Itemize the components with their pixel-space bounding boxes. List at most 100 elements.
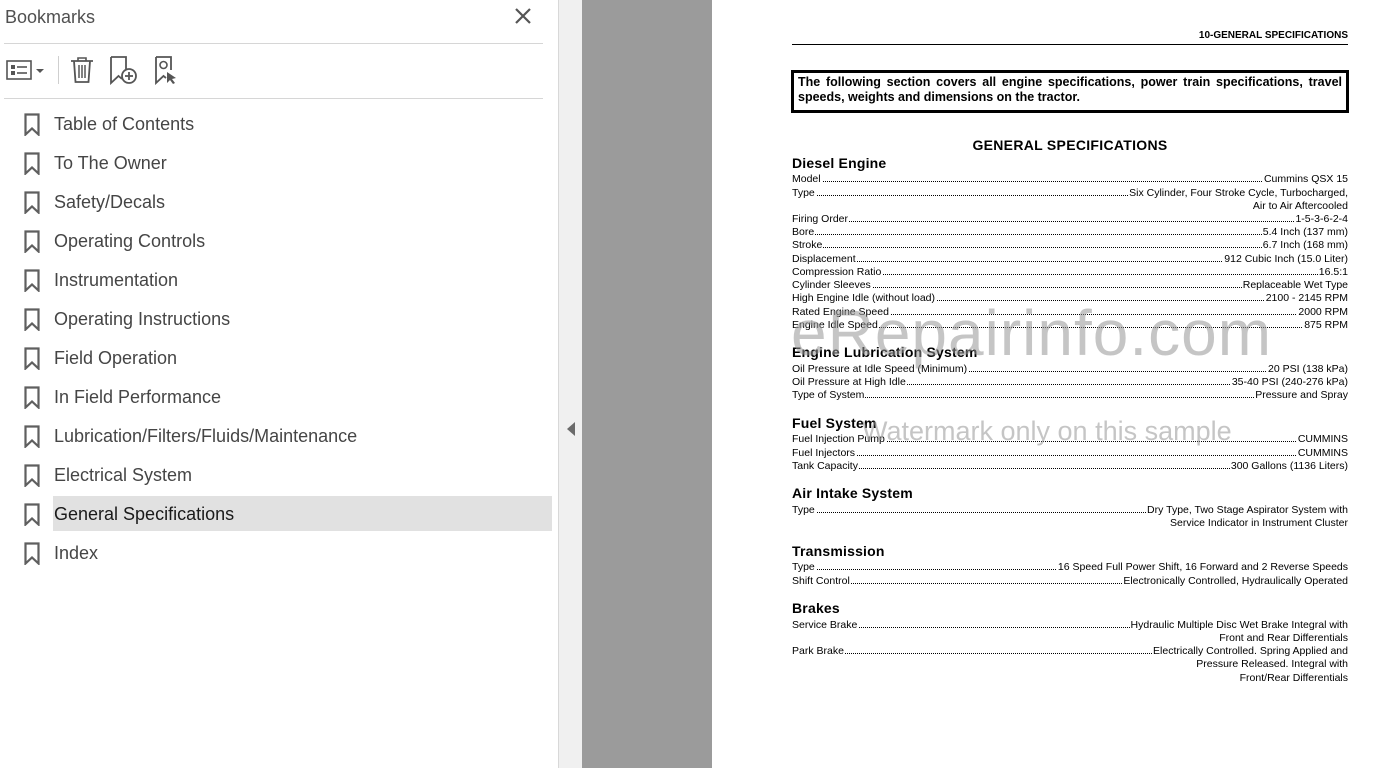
spec-value: 20 PSI (138 kPa) [1267,363,1348,376]
spec-value: Replaceable Wet Type [1241,279,1348,292]
spec-value: 35-40 PSI (240-276 kPa) [1230,376,1348,389]
bookmark-label: Index [54,543,99,563]
bookmark-item[interactable]: General Specifications [18,496,552,531]
panel-title: Bookmarks [5,7,96,27]
bookmark-label: Instrumentation [54,270,179,290]
section-title: Diesel Engine [792,155,887,171]
spec-value: 875 RPM [1303,319,1348,332]
bookmarks-panel: Bookmarks Table of Contents To The Owner… [0,0,559,768]
bookmark-item[interactable]: In Field Performance [18,379,552,414]
close-panel-button[interactable] [512,5,534,27]
spec-label: Type [792,187,816,200]
spec-value-continued: Front and Rear Differentials [1219,632,1348,644]
document-page[interactable]: 10-GENERAL SPECIFICATIONS The following … [712,0,1377,768]
spec-value-continued: Front/Rear Differentials [1239,672,1348,684]
spec-row: Type Six Cylinder, Four Stroke Cycle, Tur… [792,187,1348,200]
spec-row: Bore 5.4 Inch (137 mm) [792,226,1348,239]
spec-row: High Engine Idle (without load) 2100 - 21… [792,292,1348,305]
spec-label: Type of System [792,389,866,402]
bookmark-label: Field Operation [54,348,178,368]
spec-label: Displacement [792,253,857,266]
document-gutter [582,0,712,768]
add-bookmark-icon [110,56,137,85]
spec-label: Shift Control [792,575,851,588]
find-bookmark-icon [155,56,176,85]
spec-value: Dry Type, Two Stage Aspirator System wit… [1146,504,1348,517]
spec-value: Hydraulic Multiple Disc Wet Brake Integr… [1129,619,1348,632]
options-menu-button[interactable] [4,53,48,87]
spec-row: Tank Capacity 300 Gallons (1136 Liters) [792,460,1348,473]
bookmark-item[interactable]: Electrical System [18,457,552,492]
spec-label: Fuel Injection Pump [792,433,886,446]
spec-value-continued: Pressure Released. Integral with [1196,658,1348,670]
bookmark-item[interactable]: Index [18,535,552,570]
collapse-panel-icon[interactable] [567,422,576,436]
spec-value: 1-5-3-6-2-4 [1294,213,1348,226]
bookmark-label: Safety/Decals [54,192,166,212]
bookmark-item[interactable]: Field Operation [18,340,552,375]
spec-value: 6.7 Inch (168 mm) [1261,239,1348,252]
delete-bookmark-button[interactable] [66,53,98,87]
bookmark-item[interactable]: Instrumentation [18,262,552,297]
bookmark-icon [24,425,40,448]
bookmark-icon [24,230,40,253]
spec-row: Shift Control Electronically Controlled, … [792,575,1348,588]
spec-row: Compression Ratio 16.5:1 [792,266,1348,279]
spec-row: Oil Pressure at High Idle 35-40 PSI (240-… [792,376,1348,389]
bookmark-item[interactable]: To The Owner [18,145,552,180]
section-title: Brakes [792,600,840,616]
spec-label: Tank Capacity [792,460,859,473]
page-header: 10-GENERAL SPECIFICATIONS [1198,30,1348,41]
add-bookmark-button[interactable] [106,53,140,87]
spec-label: Park Brake [792,645,845,658]
spec-row: Type 16 Speed Full Power Shift, 16 Forwar… [792,561,1348,574]
bookmark-label: Operating Controls [54,231,206,251]
bookmark-label: Electrical System [54,465,193,485]
bookmark-label: In Field Performance [54,387,222,407]
bookmark-label: To The Owner [54,153,167,173]
spec-label: Type [792,561,816,574]
spec-row: Type of System Pressure and Spray [792,389,1348,402]
spec-value: 2100 - 2145 RPM [1264,292,1348,305]
spec-row: Service Brake Hydraulic Multiple Disc Wet… [792,619,1348,632]
section-title: Air Intake System [792,485,913,501]
panel-splitter[interactable] [559,0,582,768]
spec-row: Type Dry Type, Two Stage Aspirator System… [792,504,1348,517]
spec-value: Six Cylinder, Four Stroke Cycle, Turboch… [1128,187,1348,200]
trash-icon [71,57,93,83]
bookmark-item[interactable]: Operating Instructions [18,301,552,336]
spec-value-continued: Air to Air Aftercooled [1252,200,1348,212]
spec-row: Engine Idle Speed 875 RPM [792,319,1348,332]
section-title: Transmission [792,543,885,559]
spec-value-continued: Service Indicator in Instrument Cluster [1170,517,1348,529]
spec-label: Bore [792,226,816,239]
section-title: Engine Lubrication System [792,344,978,360]
bookmark-item[interactable]: Operating Controls [18,223,552,258]
document-title: GENERAL SPECIFICATIONS [972,137,1168,153]
spec-row: Fuel Injectors CUMMINS [792,447,1348,460]
chevron-down-icon [36,69,44,73]
spec-value: CUMMINS [1296,433,1348,446]
bookmark-item[interactable]: Table of Contents [18,106,552,141]
spec-row: Oil Pressure at Idle Speed (Minimum) 20 P… [792,363,1348,376]
bookmark-icon [24,152,40,175]
spec-row: Cylinder Sleeves Replaceable Wet Type [792,279,1348,292]
bookmark-icon [24,386,40,409]
bookmark-item[interactable]: Lubrication/Filters/Fluids/Maintenance [18,418,552,453]
spec-value: 5.4 Inch (137 mm) [1261,226,1348,239]
spec-row: Stroke 6.7 Inch (168 mm) [792,239,1348,252]
spec-label: Rated Engine Speed [792,306,890,319]
spec-value: Cummins QSX 15 [1262,173,1348,186]
bookmark-item[interactable]: Safety/Decals [18,184,552,219]
list-options-icon [6,60,44,80]
spec-row: Displacement 912 Cubic Inch (15.0 Liter) [792,253,1348,266]
spec-value: 300 Gallons (1136 Liters) [1229,460,1348,473]
bookmark-icon [24,113,40,136]
spec-value: Electrically Controlled. Spring Applied … [1152,645,1348,658]
divider [4,98,543,99]
spec-label: Cylinder Sleeves [792,279,872,292]
find-bookmark-button[interactable] [150,53,184,87]
spec-label: Oil Pressure at High Idle [792,376,907,389]
leader-dots [792,455,1348,456]
spec-label: High Engine Idle (without load) [792,292,937,305]
